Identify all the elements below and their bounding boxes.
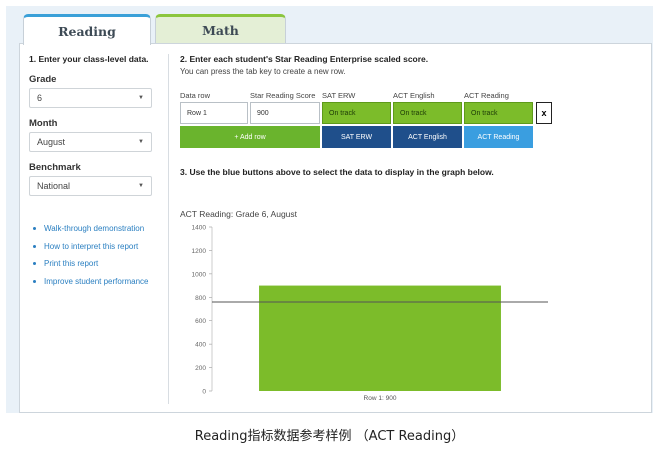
- y-tick-label: 0: [202, 389, 206, 396]
- link-walkthrough[interactable]: Walk-through demonstration: [29, 224, 166, 233]
- bullet-icon: [33, 262, 36, 265]
- link-improve[interactable]: Improve student performance: [29, 277, 166, 286]
- y-tick-label: 800: [195, 295, 206, 302]
- class-data-section: 1. Enter your class-level data. Grade 6 …: [29, 54, 166, 294]
- bullet-icon: [33, 279, 36, 283]
- col-header-data-row: Data row: [180, 91, 211, 100]
- col-header-act-english: ACT English: [393, 91, 435, 100]
- app-frame: Reading Math 1. Enter your class-level d…: [6, 6, 653, 413]
- score-input[interactable]: 900: [250, 102, 320, 124]
- help-links: Walk-through demonstration How to interp…: [29, 224, 166, 286]
- bullet-icon: [33, 244, 36, 248]
- y-tick-label: 600: [195, 318, 206, 325]
- act-reading-button[interactable]: ACT Reading: [464, 126, 533, 148]
- bar-chart: 0 200 400 600 800 1000 1200 1400 Row 1: 900: [192, 225, 548, 402]
- benchmark-label: Benchmark: [29, 162, 81, 173]
- x-tick-label: Row 1: 900: [364, 395, 397, 402]
- y-tick-label: 400: [195, 342, 206, 349]
- bar: [259, 285, 501, 391]
- step3-title: 3. Use the blue buttons above to select …: [180, 167, 494, 177]
- grade-select[interactable]: 6 ▼: [29, 88, 152, 108]
- act-reading-status: On track: [464, 102, 533, 124]
- chevron-down-icon: ▼: [138, 183, 144, 189]
- col-header-score: Star Reading Score: [250, 91, 316, 100]
- remove-row-button[interactable]: x: [536, 102, 552, 124]
- step2-subtitle: You can press the tab key to create a ne…: [180, 67, 346, 76]
- link-interpret[interactable]: How to interpret this report: [29, 242, 166, 251]
- y-tick-label: 200: [195, 365, 206, 372]
- content-panel: 1. Enter your class-level data. Grade 6 …: [19, 43, 652, 413]
- tab-reading[interactable]: Reading: [23, 14, 151, 45]
- y-tick-label: 1200: [192, 248, 207, 255]
- column-divider: [168, 54, 169, 404]
- act-english-button[interactable]: ACT English: [393, 126, 462, 148]
- class-data-title: 1. Enter your class-level data.: [29, 54, 149, 64]
- col-header-act-reading: ACT Reading: [464, 91, 509, 100]
- y-tick-label: 1000: [192, 271, 207, 278]
- col-header-sat: SAT ERW: [322, 91, 356, 100]
- chevron-down-icon: ▼: [138, 95, 144, 101]
- link-print[interactable]: Print this report: [29, 259, 166, 268]
- month-label: Month: [29, 118, 58, 129]
- month-select[interactable]: August ▼: [29, 132, 152, 152]
- benchmark-value: National: [37, 181, 71, 191]
- student-data-section: 2. Enter each student's Star Reading Ent…: [180, 54, 645, 402]
- grade-label: Grade: [29, 74, 57, 85]
- benchmark-select[interactable]: National ▼: [29, 176, 152, 196]
- sat-erw-button[interactable]: SAT ERW: [322, 126, 391, 148]
- add-row-button[interactable]: + Add row: [180, 126, 320, 148]
- bullet-icon: [33, 227, 36, 230]
- tab-math[interactable]: Math: [155, 14, 286, 44]
- y-tick-label: 1400: [192, 225, 207, 232]
- figure-caption: Reading指标数据参考样例 （ACT Reading）: [194, 429, 465, 444]
- sat-status: On track: [322, 102, 391, 124]
- step2-title: 2. Enter each student's Star Reading Ent…: [180, 54, 429, 64]
- month-value: August: [37, 137, 66, 147]
- act-english-status: On track: [393, 102, 462, 124]
- row-name-input[interactable]: Row 1: [180, 102, 248, 124]
- grade-value: 6: [37, 93, 43, 103]
- chevron-down-icon: ▼: [138, 139, 144, 145]
- chart-title: ACT Reading: Grade 6, August: [180, 209, 298, 219]
